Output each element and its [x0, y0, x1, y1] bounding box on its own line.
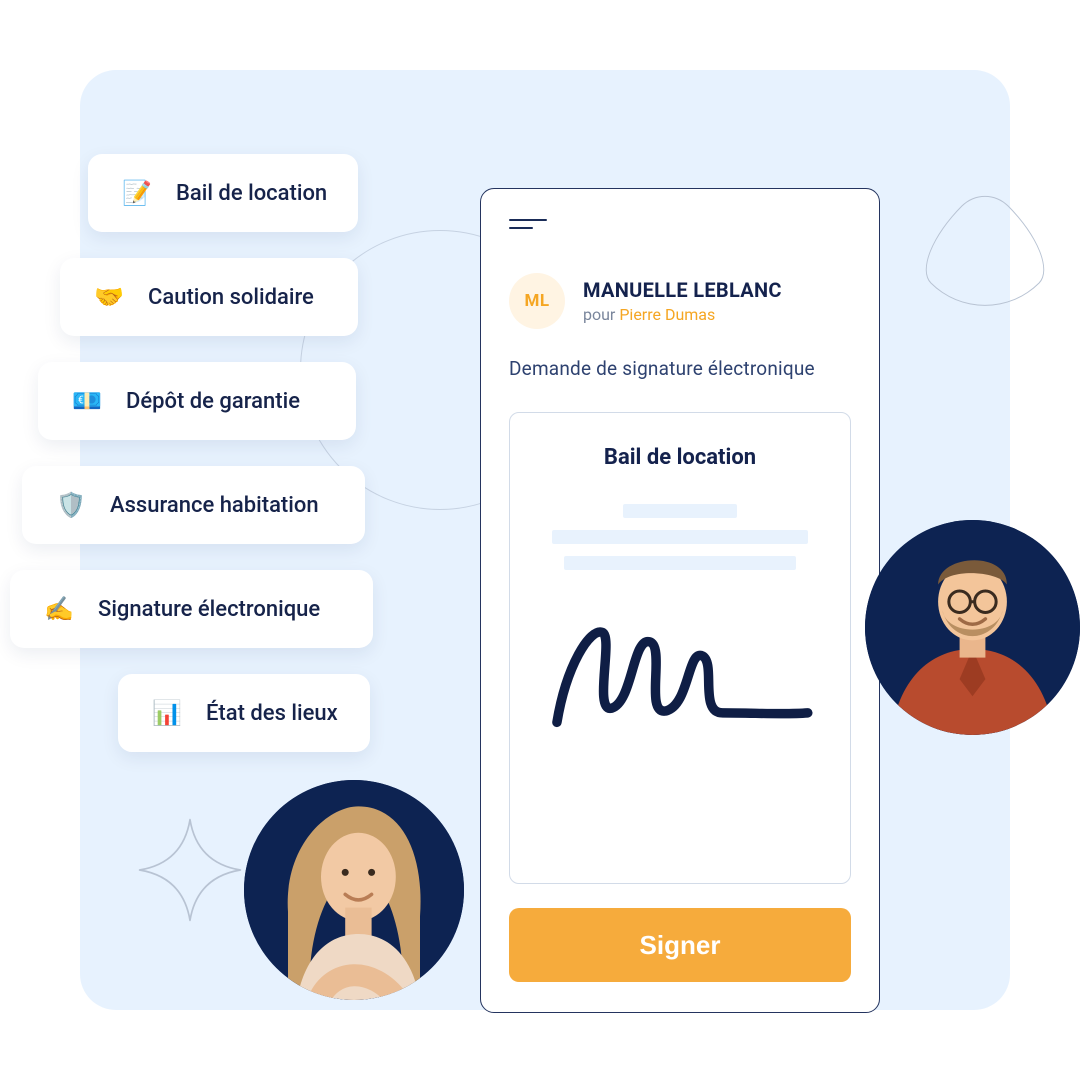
document-icon: 📝 — [116, 172, 158, 214]
feature-pill-bail[interactable]: 📝 Bail de location — [88, 154, 358, 232]
avatar: ML — [509, 273, 565, 329]
feature-pill-etat[interactable]: 📊 État des lieux — [118, 674, 370, 752]
feature-pill-signature[interactable]: ✍️ Signature électronique — [10, 570, 373, 648]
feature-label: Caution solidaire — [148, 285, 314, 310]
money-icon: 💶 — [66, 380, 108, 422]
user-row: ML MANUELLE LEBLANC pour Pierre Dumas — [509, 273, 851, 329]
document-title: Bail de location — [538, 445, 822, 470]
feature-label: État des lieux — [206, 701, 338, 726]
feature-label: Dépôt de garantie — [126, 389, 300, 414]
feature-pill-assurance[interactable]: 🛡️ Assurance habitation — [22, 466, 365, 544]
signature-icon — [538, 600, 822, 750]
phone-mockup: ML MANUELLE LEBLANC pour Pierre Dumas De… — [480, 188, 880, 1013]
handshake-icon: 🤝 — [88, 276, 130, 318]
feature-label: Bail de location — [176, 181, 327, 206]
feature-pill-caution[interactable]: 🤝 Caution solidaire — [60, 258, 358, 336]
chart-icon: 📊 — [146, 692, 188, 734]
feature-label: Signature électronique — [98, 597, 320, 622]
request-label: Demande de signature électronique — [509, 357, 851, 380]
placeholder-line — [564, 556, 797, 570]
user-name: MANUELLE LEBLANC — [583, 278, 782, 302]
avatar-photo-right — [865, 520, 1080, 735]
shield-icon: 🛡️ — [50, 484, 92, 526]
pen-icon: ✍️ — [38, 588, 80, 630]
document-card: Bail de location — [509, 412, 851, 884]
avatar-photo-left — [244, 780, 464, 1000]
placeholder-line — [552, 530, 808, 544]
user-subtitle: pour Pierre Dumas — [583, 305, 782, 324]
feature-pill-depot[interactable]: 💶 Dépôt de garantie — [38, 362, 356, 440]
sign-button[interactable]: Signer — [509, 908, 851, 982]
feature-label: Assurance habitation — [110, 493, 319, 518]
hamburger-menu-icon[interactable] — [509, 219, 547, 235]
placeholder-line — [623, 504, 737, 518]
decorative-star-icon — [130, 810, 250, 930]
